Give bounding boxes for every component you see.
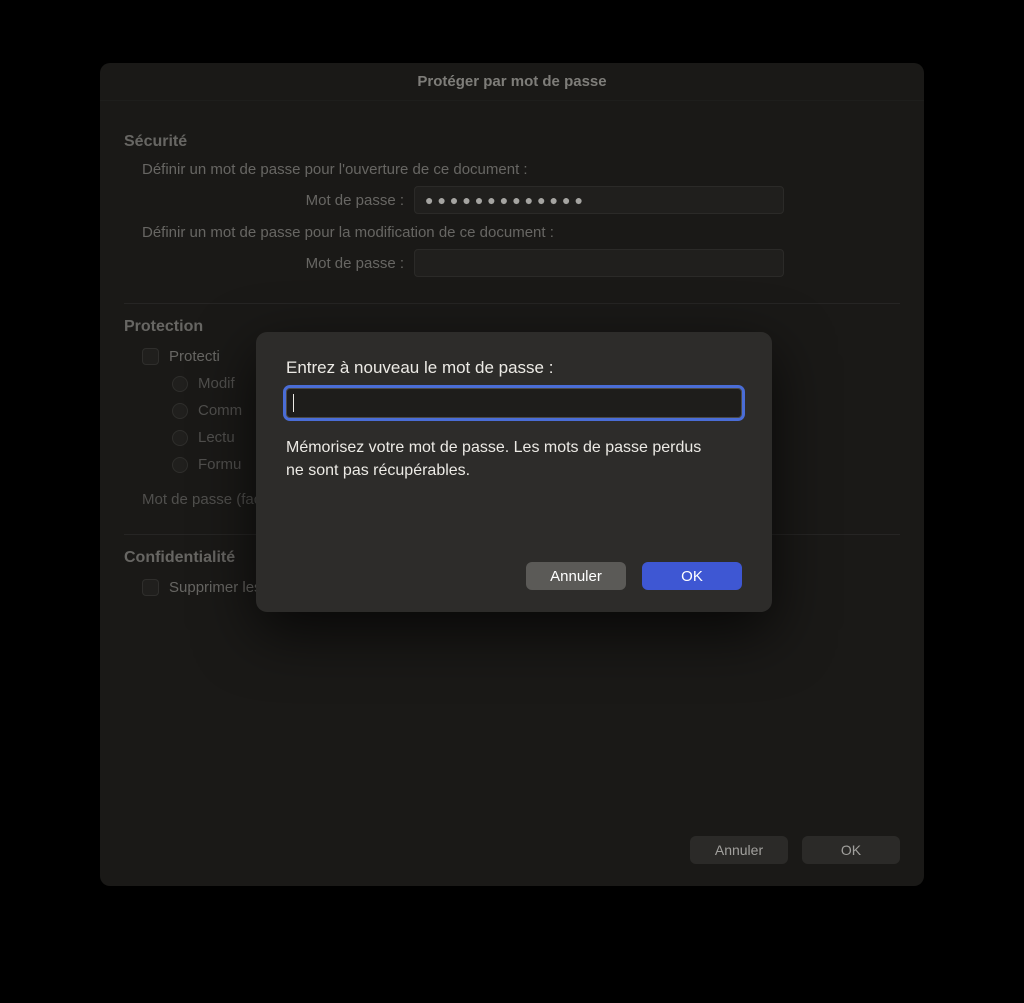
modify-password-row: Mot de passe : <box>124 249 900 277</box>
protection-checkbox[interactable] <box>142 348 159 365</box>
window-footer: Annuler OK <box>690 836 900 864</box>
modal-cancel-button[interactable]: Annuler <box>526 562 626 590</box>
text-caret <box>293 394 294 412</box>
window-cancel-label: Annuler <box>715 842 763 858</box>
window-cancel-button[interactable]: Annuler <box>690 836 788 864</box>
confidentiality-checkbox[interactable] <box>142 579 159 596</box>
radio-form[interactable] <box>172 457 188 473</box>
modify-password-label: Mot de passe : <box>124 255 414 272</box>
open-password-value: ●●●●●●●●●●●●● <box>425 192 587 208</box>
radio-modify-label: Modif <box>198 375 235 392</box>
modal-ok-button[interactable]: OK <box>642 562 742 590</box>
modal-cancel-label: Annuler <box>550 568 602 585</box>
protection-checkbox-label: Protecti <box>169 348 220 365</box>
window-title: Protéger par mot de passe <box>100 63 924 101</box>
reenter-password-prompt: Entrez à nouveau le mot de passe : <box>286 358 742 378</box>
reenter-password-dialog: Entrez à nouveau le mot de passe : Mémor… <box>256 332 772 612</box>
divider-1 <box>124 303 900 304</box>
radio-form-label: Formu <box>198 456 241 473</box>
radio-read[interactable] <box>172 430 188 446</box>
security-open-prompt: Définir un mot de passe pour l'ouverture… <box>142 161 900 178</box>
security-heading: Sécurité <box>124 133 900 151</box>
open-password-input[interactable]: ●●●●●●●●●●●●● <box>414 186 784 214</box>
security-modify-prompt: Définir un mot de passe pour la modifica… <box>142 224 900 241</box>
window-ok-label: OK <box>841 842 861 858</box>
reenter-password-input[interactable] <box>286 388 742 418</box>
modal-footer: Annuler OK <box>286 562 742 590</box>
radio-read-label: Lectu <box>198 429 235 446</box>
window-title-text: Protéger par mot de passe <box>417 73 606 90</box>
modify-password-input[interactable] <box>414 249 784 277</box>
radio-modify[interactable] <box>172 376 188 392</box>
modal-ok-label: OK <box>681 568 703 585</box>
radio-comment[interactable] <box>172 403 188 419</box>
radio-comment-label: Comm <box>198 402 242 419</box>
reenter-password-hint: Mémorisez votre mot de passe. Les mots d… <box>286 436 716 482</box>
window-ok-button[interactable]: OK <box>802 836 900 864</box>
open-password-label: Mot de passe : <box>124 192 414 209</box>
open-password-row: Mot de passe : ●●●●●●●●●●●●● <box>124 186 900 214</box>
